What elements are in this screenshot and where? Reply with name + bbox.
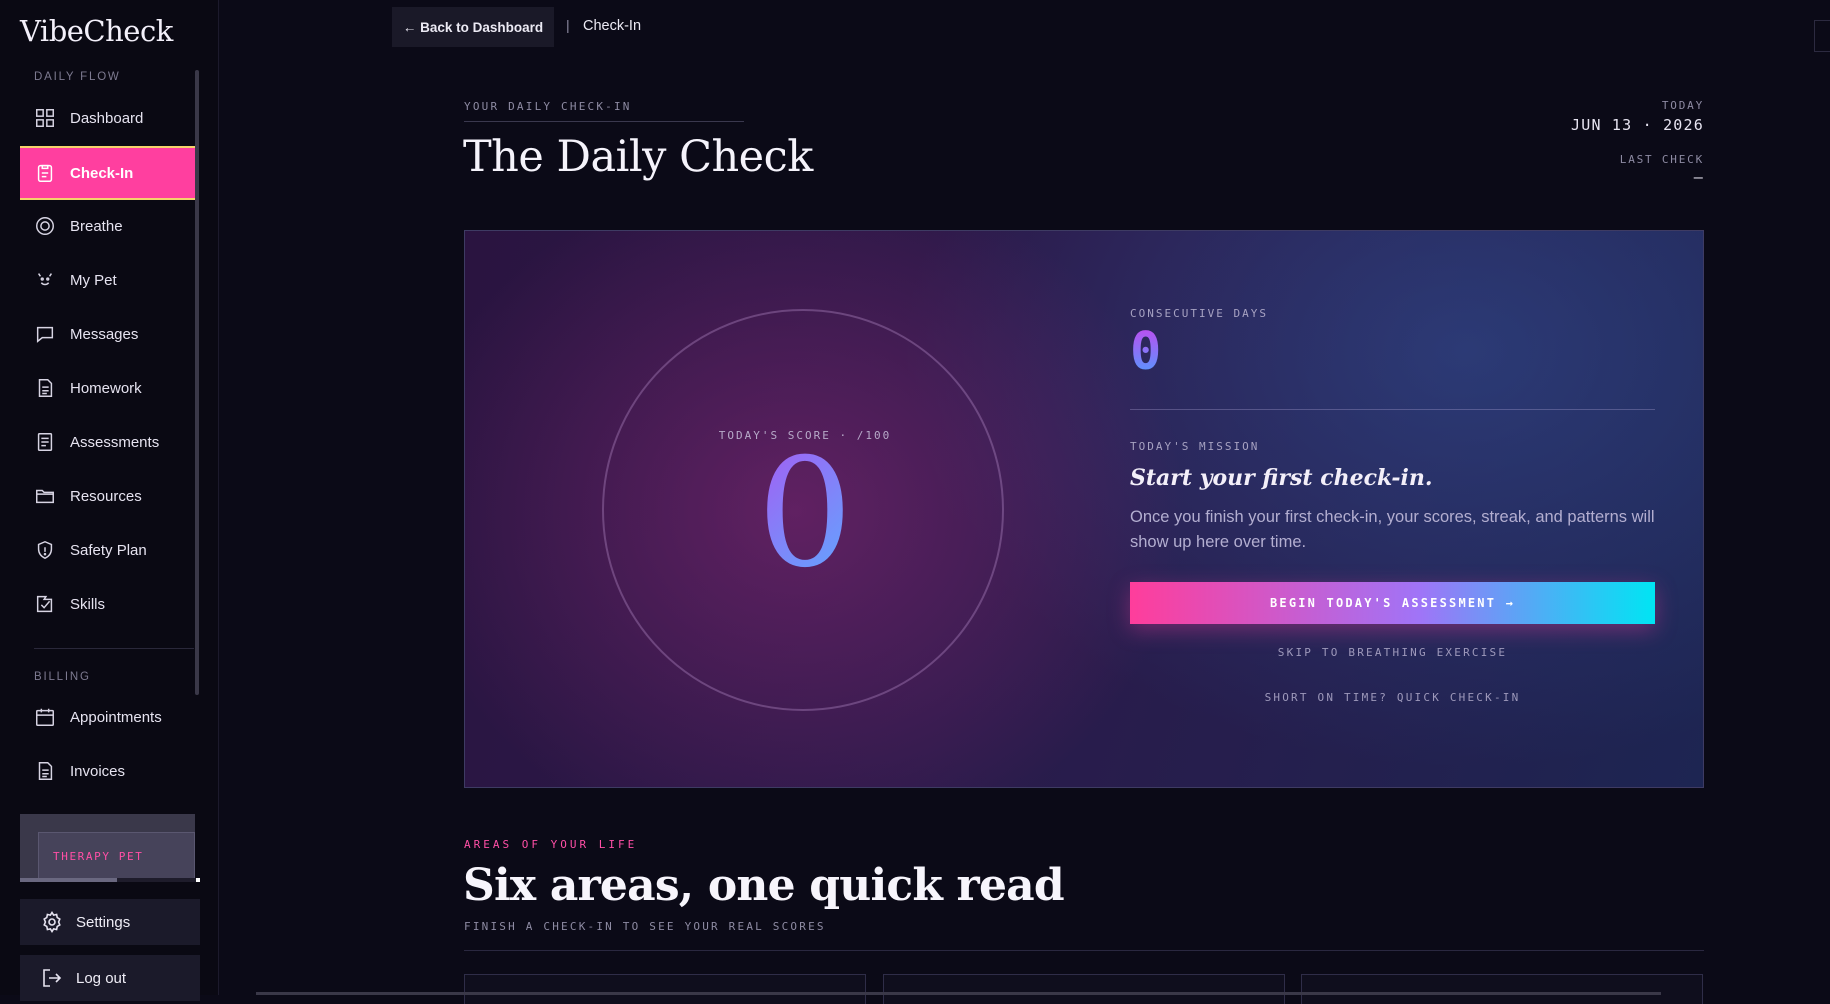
sidebar-item-label: Check-In xyxy=(70,164,134,182)
breadcrumb-current: Check-In xyxy=(583,18,642,34)
area-card[interactable] xyxy=(1301,974,1703,1004)
eyebrow-underline xyxy=(464,121,744,122)
page-eyebrow: YOUR DAILY CHECK-IN xyxy=(464,100,632,113)
sidebar-item-dashboard[interactable]: Dashboard xyxy=(20,93,195,143)
pet-face-icon xyxy=(37,273,53,286)
sidebar-scrollbar[interactable] xyxy=(195,70,199,695)
area-card[interactable] xyxy=(464,974,866,1004)
skip-to-breathing-link[interactable]: SKIP TO BREATHING EXERCISE xyxy=(1130,646,1655,659)
score-ring: TODAY'S SCORE · /100 0 xyxy=(602,309,1004,711)
sidebar-item-label: My Pet xyxy=(70,271,117,289)
sidebar-item-resources[interactable]: Resources xyxy=(20,471,195,521)
grid-icon xyxy=(36,109,54,127)
sidebar-item-label: Resources xyxy=(70,487,142,505)
sidebar-item-breathe[interactable]: Breathe xyxy=(20,201,195,251)
top-right-control[interactable] xyxy=(1814,20,1830,52)
daily-check-hero-card: TODAY'S SCORE · /100 0 CONSECUTIVE DAYS … xyxy=(464,230,1704,788)
sidebar-item-messages[interactable]: Messages xyxy=(20,309,195,359)
app-logo[interactable]: VibeCheck xyxy=(20,14,173,48)
sidebar-item-label: Homework xyxy=(70,379,142,397)
sidebar-horizontal-scrollbar[interactable] xyxy=(20,878,200,882)
sidebar: VibeCheck DAILY FLOW Dashboard Check-In … xyxy=(0,0,219,1001)
back-to-dashboard-button[interactable]: ← Back to Dashboard xyxy=(392,7,554,47)
sidebar-item-label: Assessments xyxy=(70,433,160,451)
invoice-icon xyxy=(38,762,53,780)
sidebar-item-skills[interactable]: Skills xyxy=(20,579,195,629)
last-check-label: LAST CHECK xyxy=(1619,153,1704,166)
mission-description: Once you finish your first check-in, you… xyxy=(1130,508,1655,551)
skills-icon xyxy=(36,595,53,613)
breadcrumb-separator: | xyxy=(566,17,570,33)
logout-icon xyxy=(43,969,62,987)
last-check-value: — xyxy=(1693,168,1704,186)
sidebar-item-label: Dashboard xyxy=(70,109,144,127)
sidebar-item-safety-plan[interactable]: Safety Plan xyxy=(20,525,195,575)
sidebar-item-label: Safety Plan xyxy=(70,541,147,559)
quick-check-in-link[interactable]: SHORT ON TIME? QUICK CHECK-IN xyxy=(1130,691,1655,704)
streak-label: CONSECUTIVE DAYS xyxy=(1130,307,1268,320)
sidebar-item-label: Invoices xyxy=(70,762,126,780)
logout-label: Log out xyxy=(76,969,127,987)
calendar-icon xyxy=(36,708,54,726)
sidebar-item-appointments[interactable]: Appointments xyxy=(20,692,195,742)
sidebar-item-label: Skills xyxy=(70,595,106,613)
sidebar-item-check-in[interactable]: Check-In xyxy=(20,146,195,200)
clipboard-icon xyxy=(37,164,53,182)
gear-icon xyxy=(43,910,61,934)
begin-assessment-button[interactable]: BEGIN TODAY'S ASSESSMENT → xyxy=(1130,582,1655,624)
today-date: JUN 13 · 2026 xyxy=(1571,116,1704,134)
section-label-billing: BILLING xyxy=(34,671,91,683)
sidebar-item-label: Messages xyxy=(70,325,139,343)
areas-subtitle: FINISH A CHECK-IN TO SEE YOUR REAL SCORE… xyxy=(464,920,826,933)
areas-divider xyxy=(464,950,1704,951)
breathe-circle-icon xyxy=(36,217,54,235)
sidebar-divider xyxy=(34,648,194,649)
mission-label: TODAY'S MISSION xyxy=(1130,440,1260,453)
shield-icon xyxy=(37,540,53,560)
area-card[interactable] xyxy=(883,974,1285,1004)
sidebar-item-label: Breathe xyxy=(70,217,123,235)
today-meta: TODAY JUN 13 · 2026 xyxy=(1571,99,1704,134)
score-value: 0 xyxy=(604,439,1006,589)
sidebar-item-homework[interactable]: Homework xyxy=(20,363,195,413)
areas-title: Six areas, one quick read xyxy=(463,860,1065,911)
message-icon xyxy=(36,326,54,343)
settings-label: Settings xyxy=(76,913,131,931)
section-label-daily-flow: DAILY FLOW xyxy=(34,71,121,83)
sidebar-item-label: Appointments xyxy=(70,708,162,726)
logout-button[interactable]: Log out xyxy=(20,955,200,1001)
page-title: The Daily Check xyxy=(463,132,813,182)
document-icon xyxy=(38,379,53,397)
today-label: TODAY xyxy=(1661,99,1704,112)
streak-value: 0 xyxy=(1130,322,1162,382)
last-check-meta: LAST CHECK — xyxy=(1620,153,1704,186)
settings-button[interactable]: Settings xyxy=(20,899,200,945)
hero-divider xyxy=(1130,409,1655,410)
therapy-pet-label: THERAPY PET xyxy=(53,850,144,863)
checklist-icon xyxy=(37,433,53,451)
therapy-pet-inner: THERAPY PET xyxy=(38,832,195,880)
sidebar-item-my-pet[interactable]: My Pet xyxy=(20,255,195,305)
areas-eyebrow: AREAS OF YOUR LIFE xyxy=(464,838,638,851)
mission-title: Start your first check-in. xyxy=(1130,465,1433,491)
therapy-pet-card[interactable]: THERAPY PET xyxy=(20,814,195,880)
sidebar-item-assessments[interactable]: Assessments xyxy=(20,417,195,467)
sidebar-item-invoices[interactable]: Invoices xyxy=(20,746,195,796)
folder-icon xyxy=(36,489,54,504)
